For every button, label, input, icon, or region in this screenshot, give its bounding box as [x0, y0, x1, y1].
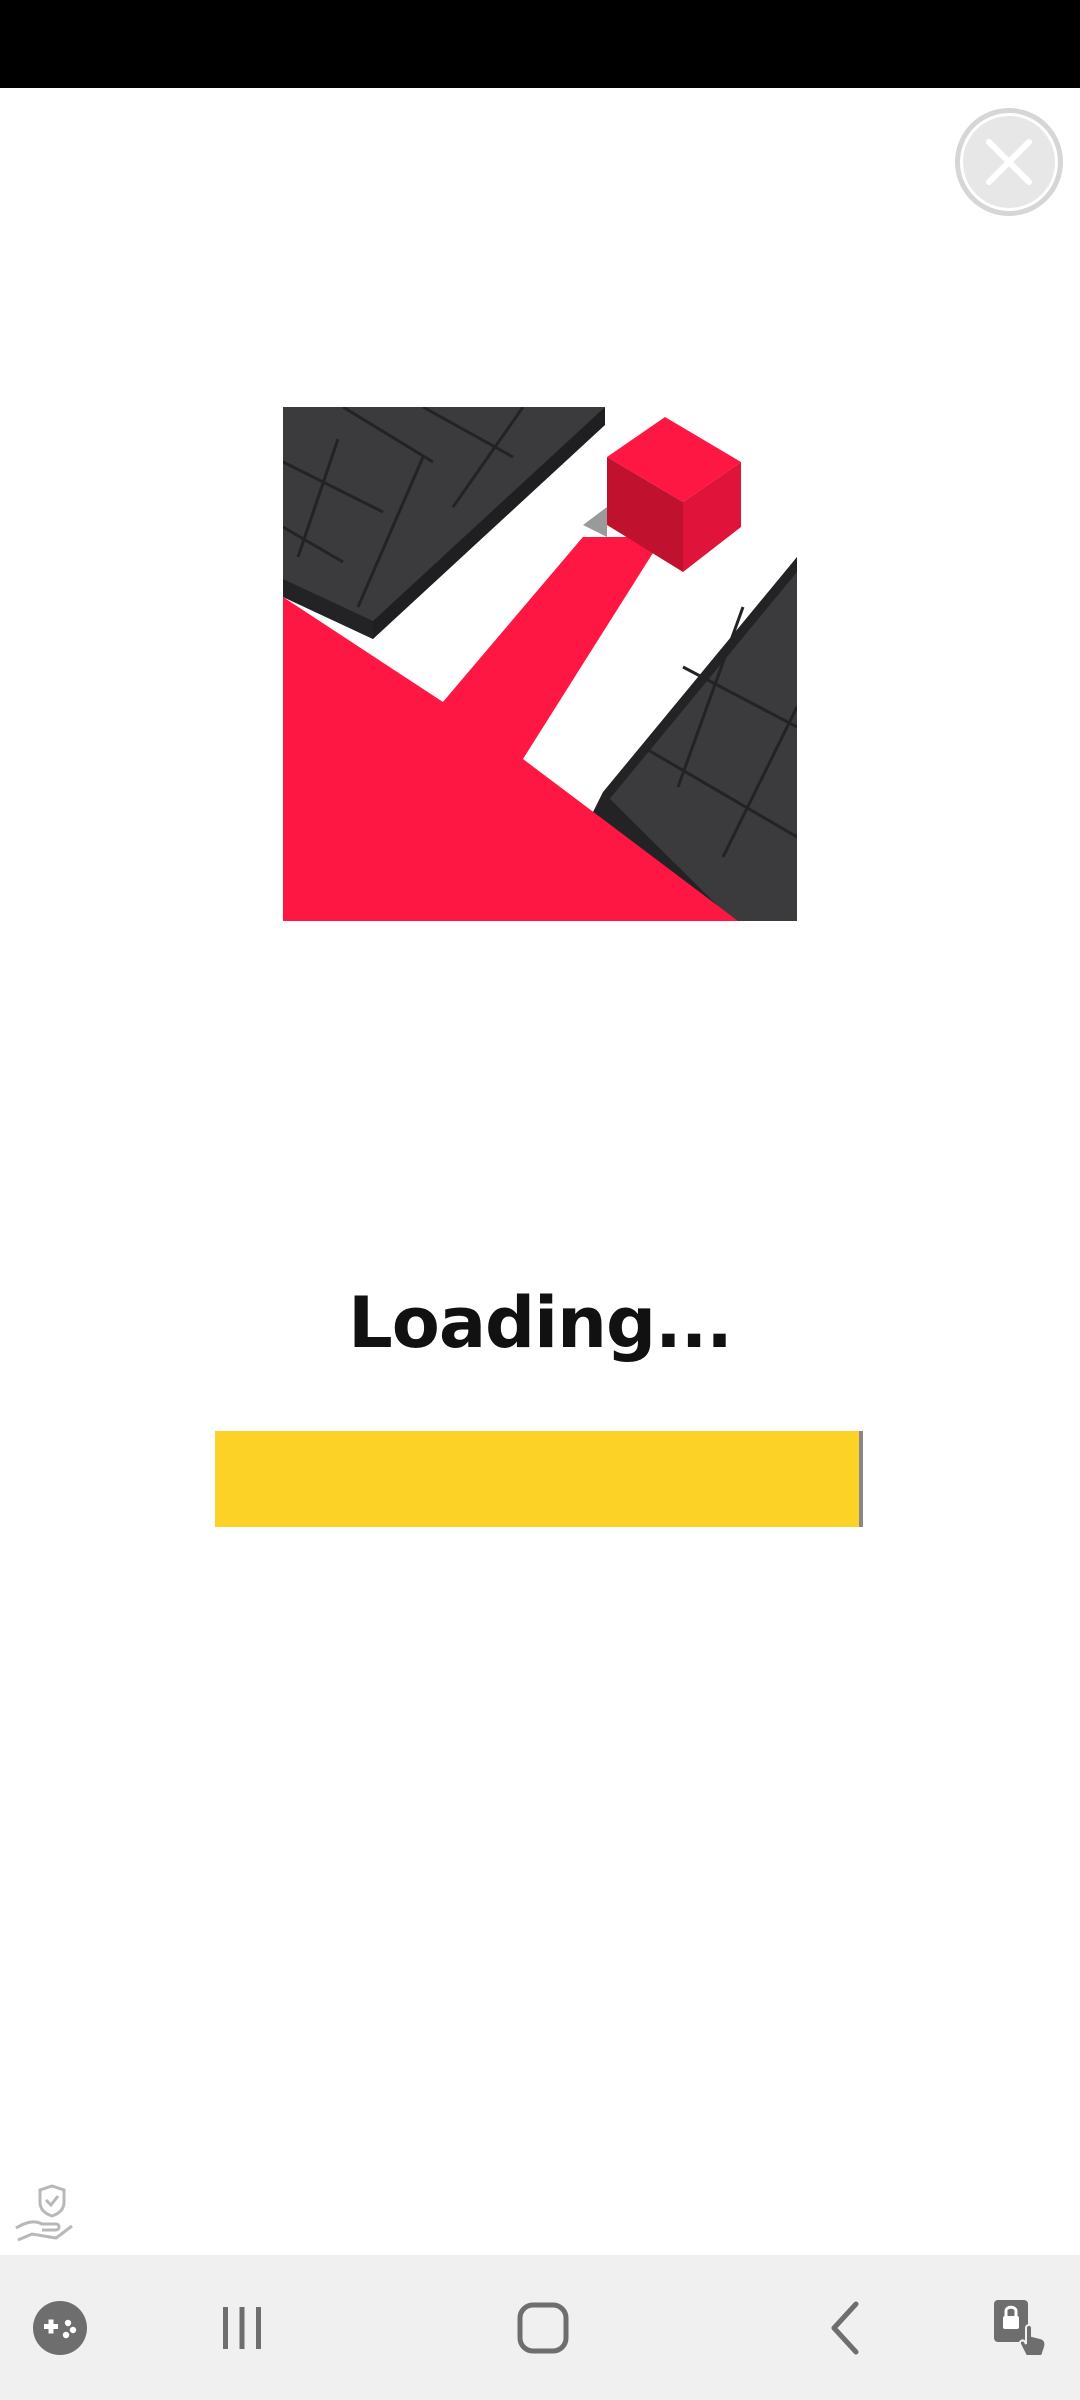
back-button[interactable] — [785, 2255, 905, 2400]
loading-progress-bar — [215, 1431, 863, 1527]
status-bar — [0, 0, 1080, 88]
screen-touch-lock-icon — [994, 2299, 1047, 2357]
close-ad-button[interactable] — [955, 108, 1063, 216]
loading-progress-fill — [215, 1431, 863, 1527]
navigation-bar — [0, 2255, 1080, 2400]
home-button[interactable] — [483, 2255, 603, 2400]
ad-choices-button[interactable] — [12, 2182, 76, 2246]
gamepad-plus-icon — [33, 2300, 87, 2355]
game-art-illustration — [283, 407, 797, 921]
home-icon — [517, 2302, 569, 2353]
close-icon — [986, 139, 1032, 185]
recents-icon — [223, 2306, 261, 2349]
back-icon — [831, 2301, 859, 2354]
recents-button[interactable] — [182, 2255, 302, 2400]
game-tools-button[interactable] — [0, 2255, 120, 2400]
hand-shield-icon — [15, 2184, 73, 2242]
close-icon-bg — [963, 116, 1055, 208]
loading-label: Loading... — [348, 1282, 733, 1364]
screen-touch-lock-button[interactable] — [960, 2255, 1080, 2400]
game-app-icon — [283, 407, 797, 921]
